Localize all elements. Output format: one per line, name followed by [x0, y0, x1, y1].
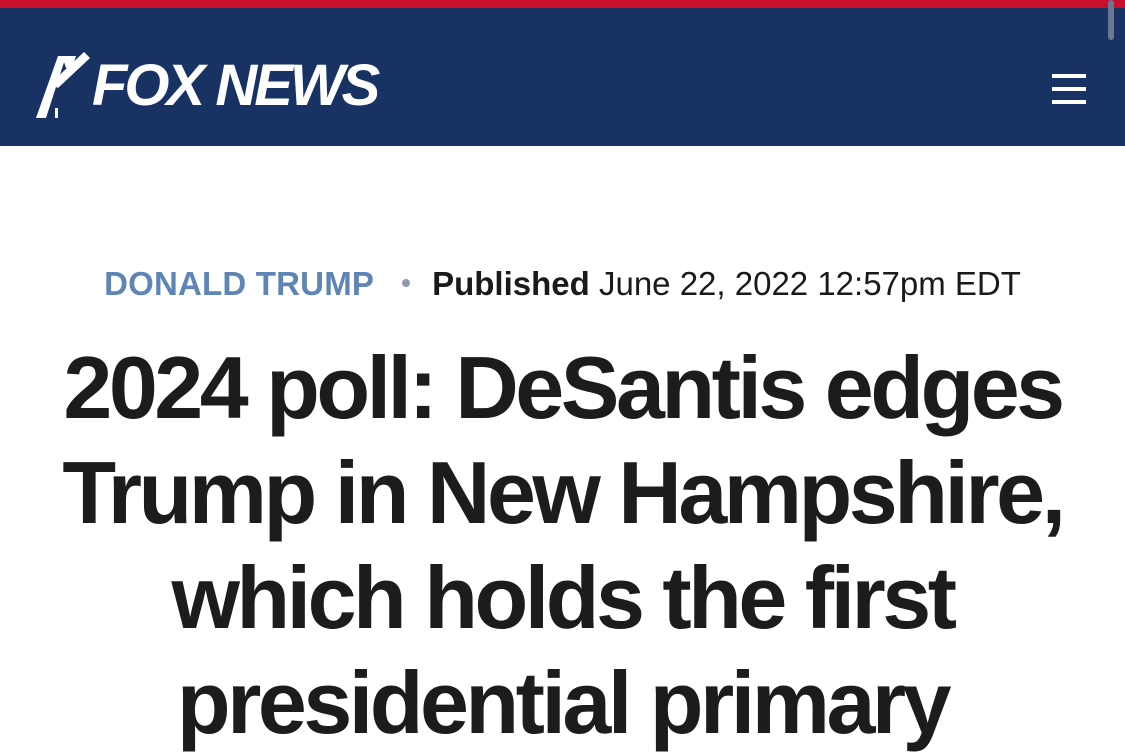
scroll-indicator[interactable] — [1108, 0, 1114, 40]
site-header: FOX NEWS — [0, 8, 1125, 146]
separator-dot — [402, 279, 411, 288]
menu-line — [1052, 87, 1086, 91]
menu-line — [1052, 74, 1086, 78]
article-meta: DONALD TRUMP Published June 22, 2022 12:5… — [0, 262, 1125, 306]
published-label: Published — [432, 265, 590, 302]
hamburger-menu-icon[interactable] — [1050, 74, 1090, 110]
published-date: June 22, 2022 12:57pm EDT — [598, 265, 1021, 302]
article-headline: 2024 poll: DeSantis edges Trump in New H… — [62, 338, 1066, 752]
fox-news-logo[interactable]: FOX NEWS — [32, 44, 412, 124]
menu-line — [1052, 100, 1086, 104]
category-link[interactable]: DONALD TRUMP — [104, 265, 374, 302]
top-accent-bar — [0, 0, 1125, 8]
logo-wordmark: FOX NEWS — [92, 53, 380, 118]
fox-searchlight-beams-icon — [36, 52, 90, 118]
